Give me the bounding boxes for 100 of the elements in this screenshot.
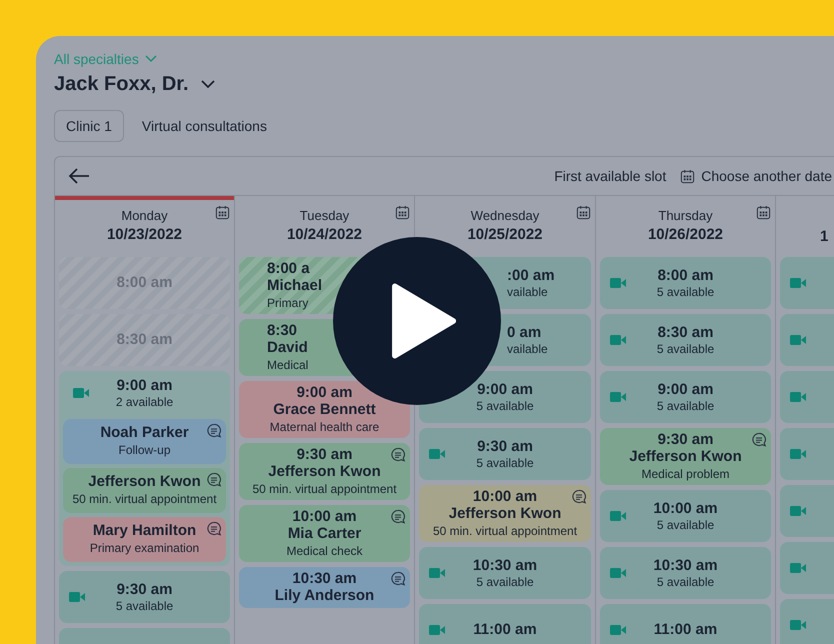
appointment-card[interactable]: 9:30 am Jefferson Kwon Medical problem [600, 428, 771, 485]
day-date: 10/25/2022 [467, 226, 543, 243]
slot-time: 9:30 am [477, 438, 533, 456]
chat-bubble-icon[interactable] [390, 571, 406, 587]
availability-count: 5 available [656, 342, 714, 356]
appointment-card[interactable]: 10:00 am Mia Carter Medical check [239, 505, 410, 562]
availability-count: 5 available [116, 599, 174, 613]
calendar-icon[interactable] [756, 205, 771, 220]
appointment-card[interactable]: Mary Hamilton Primary examination [63, 517, 226, 562]
slot-time: 10:30 am [472, 557, 538, 575]
chat-bubble-icon[interactable] [390, 509, 406, 525]
patient-name: Mary Hamilton [92, 522, 196, 540]
slot-time: 10:00 am [653, 500, 718, 518]
chat-bubble-icon[interactable] [206, 472, 222, 488]
slot-time: 10:30 am [653, 557, 718, 575]
appointment-reason: Medical check [286, 543, 363, 559]
availability-count: vailable [507, 285, 548, 299]
appointment-reason: Primary [267, 295, 308, 311]
video-camera-icon [69, 591, 85, 603]
slot-time: 11:00 am [654, 621, 718, 639]
video-camera-icon [790, 562, 806, 574]
appointment-reason: Primary examination [90, 540, 200, 556]
appointment-reason: Medical problem [641, 466, 730, 482]
video-camera-icon [790, 334, 806, 346]
available-slot[interactable]: 10:30 am 5 available [600, 547, 771, 599]
calendar-icon[interactable] [576, 205, 591, 220]
back-arrow-icon[interactable] [68, 168, 90, 184]
location-tab[interactable]: Clinic 1 [54, 110, 124, 142]
appointment-time: 9:30 am [658, 431, 714, 448]
appointment-time: 8:00 a [267, 260, 310, 277]
available-slot[interactable]: 11:00 am [419, 604, 591, 644]
slot-time: 9:00 am [116, 377, 172, 395]
appointment-time: 10:00 am [472, 488, 538, 505]
available-slot[interactable]: 9:30 am 5 available [59, 571, 230, 623]
appointment-reason: Maternal health care [270, 419, 380, 435]
chat-bubble-icon[interactable] [206, 521, 222, 537]
location-tab[interactable]: Virtual consultations [130, 110, 279, 142]
first-available-link[interactable]: First available slot [554, 168, 666, 184]
slot-time: 8:00 am [116, 274, 172, 292]
appointment-card[interactable]: Jefferson Kwon 50 min. virtual appointment [63, 468, 226, 513]
appointment-time: 10:30 am [292, 570, 357, 587]
video-camera-icon [610, 277, 626, 289]
patient-name: Jefferson Kwon [268, 463, 381, 481]
available-slot[interactable]: 9:00 am 5 available [600, 371, 771, 423]
appointment-card[interactable]: 10:30 am Lily Anderson [239, 567, 410, 608]
video-camera-icon [73, 387, 89, 399]
chat-bubble-icon[interactable] [571, 489, 587, 505]
appointment-reason: Medical [267, 357, 308, 373]
calendar-icon[interactable] [395, 205, 410, 220]
availability-count: 2 available [116, 395, 174, 409]
appointment-reason: 50 min. virtual appointment [432, 523, 578, 539]
availability-count: 5 available [476, 575, 534, 589]
slot-time: 8:30 am [116, 331, 172, 349]
patient-name: Jefferson Kwon [448, 505, 562, 523]
patient-name: Noah Parker [100, 424, 189, 442]
video-camera-icon [610, 391, 626, 403]
video-camera-icon [790, 277, 806, 289]
day-name: Tuesday [300, 208, 350, 223]
appointment-card[interactable]: Noah Parker Follow-up [63, 419, 226, 464]
calendar-icon[interactable] [215, 205, 230, 220]
appointment-card[interactable]: 10:00 am Jefferson Kwon 50 min. virtual appointment [419, 485, 591, 542]
availability-count: 5 available [656, 575, 714, 589]
available-slot[interactable]: 8:00 am 5 available [600, 257, 771, 309]
doctor-dropdown[interactable]: Jack Foxx, Dr. [54, 73, 215, 96]
video-camera-icon [610, 624, 626, 636]
appointment-reason: 50 min. virtual appointment [72, 491, 217, 507]
video-camera-icon [790, 448, 806, 460]
slot-time: 8:00 am [658, 267, 714, 285]
appointment-card[interactable]: 9:00 am Grace Bennett Maternal health care [239, 381, 410, 438]
video-camera-icon [429, 624, 445, 636]
availability-count: 5 available [656, 518, 714, 532]
video-camera-icon [429, 448, 445, 460]
chevron-down-icon [200, 80, 215, 89]
appointment-reason: Follow-up [118, 442, 171, 458]
choose-date-button[interactable]: Choose another date [680, 168, 832, 184]
day-name: Monday [121, 208, 168, 223]
day-date: 10/24/2022 [286, 226, 362, 243]
patient-name: David [267, 339, 308, 357]
slot-time: 8:30 am [658, 324, 714, 342]
appointment-card[interactable]: 9:30 am Jefferson Kwon 50 min. virtual appointment [239, 443, 410, 500]
chat-bubble-icon[interactable] [751, 432, 767, 448]
available-slot[interactable]: 10:00 am 5 available [600, 490, 771, 542]
slot-time: 0 am [507, 324, 542, 342]
video-camera-icon [610, 510, 626, 522]
patient-name: Michael [267, 277, 322, 295]
slot-time: 9:00 am [477, 381, 533, 399]
appointment-time: 10:00 am [292, 508, 357, 525]
available-slot[interactable]: 11:00 am [600, 604, 771, 644]
video-camera-icon [610, 567, 626, 579]
chat-bubble-icon[interactable] [206, 423, 222, 439]
video-camera-icon [790, 391, 806, 403]
available-slot[interactable]: 8:30 am 5 available [600, 314, 771, 366]
day-name: Wednesday [470, 208, 540, 223]
chat-bubble-icon[interactable] [390, 447, 406, 463]
available-slot[interactable]: 9:30 am 5 available [419, 428, 591, 480]
slot-time: 9:30 am [116, 581, 172, 599]
patient-name: Lily Anderson [274, 587, 374, 605]
availability-count: vailable [507, 342, 548, 356]
available-slot[interactable]: 10:30 am 5 available [419, 547, 591, 599]
calendar-icon[interactable] [680, 168, 696, 184]
